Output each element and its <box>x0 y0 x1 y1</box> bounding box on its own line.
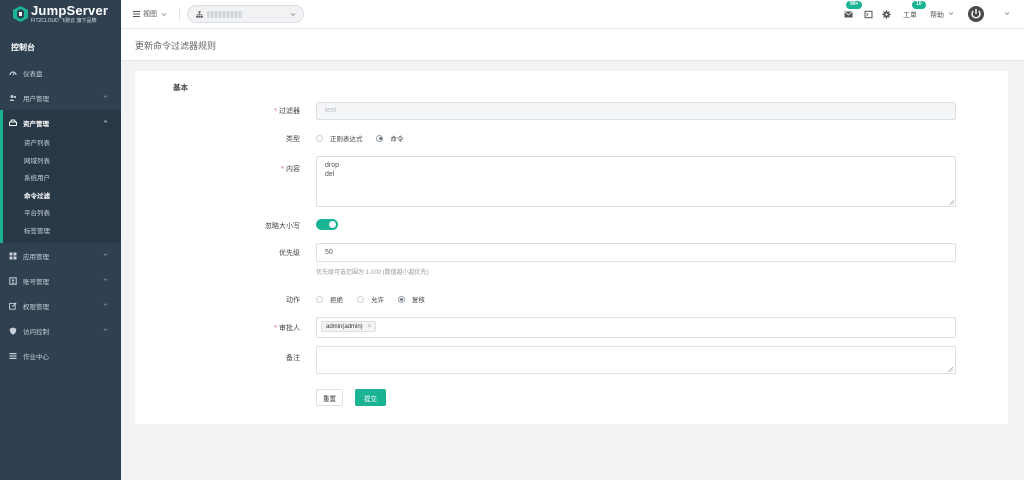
account-icon <box>9 276 17 285</box>
apps-icon <box>9 252 17 260</box>
chevron-down-icon <box>290 13 296 17</box>
comment-textarea[interactable] <box>316 346 956 374</box>
chevron-down-icon <box>103 95 108 98</box>
divider <box>179 7 180 21</box>
chevron-down-icon <box>948 12 954 16</box>
list-icon <box>9 352 17 360</box>
sidebar-subitem-platform-list[interactable]: 平台列表 <box>3 205 121 223</box>
type-option-command[interactable]: 命令 <box>376 133 403 143</box>
ignore-case-label: 忽略大小写 <box>265 223 300 230</box>
ignore-case-toggle[interactable] <box>316 219 338 230</box>
action-radio-group: 拒绝 允许 复核 <box>316 294 437 305</box>
power-icon <box>971 9 981 19</box>
content-line: drop <box>325 162 340 169</box>
reset-button[interactable]: 重置 <box>316 389 343 406</box>
dashboard-icon <box>9 69 17 77</box>
sidebar-item-accounts[interactable]: 账号管理 <box>0 268 121 293</box>
chevron-down-icon <box>103 303 108 306</box>
action-option-review[interactable]: 复核 <box>397 294 425 304</box>
reviewers-select[interactable]: admin(admin) × <box>316 317 956 338</box>
content-line: del <box>325 171 335 178</box>
ticket-count-badge: 10 <box>912 1 926 9</box>
sidebar-item-label: 访问控制 <box>23 328 49 336</box>
sidebar-subitem-system-users[interactable]: 系统用户 <box>3 170 121 188</box>
sidebar-item-users[interactable]: 用户管理 <box>0 85 121 110</box>
page-title: 更新命令过滤器规则 <box>135 41 217 51</box>
sidebar-subitem-asset-list[interactable]: 资产列表 <box>3 135 121 153</box>
sidebar-item-applications[interactable]: 应用管理 <box>0 243 121 268</box>
gear-icon[interactable] <box>882 10 891 19</box>
assets-submenu: 资产列表 网域列表 系统用户 命令过滤 平台列表 标签管理 <box>0 135 121 243</box>
mail-icon[interactable] <box>844 10 853 19</box>
chevron-down-icon <box>103 253 108 256</box>
priority-help-text: 优先级可选范围为 1-100 (数值越小越优先) <box>316 270 429 276</box>
users-icon <box>9 94 17 102</box>
sidebar-item-label: 仪表盘 <box>23 70 43 78</box>
filter-label: * 过滤器 <box>274 108 300 115</box>
sidebar-subitem-command-filters[interactable]: 命令过滤 <box>3 188 121 206</box>
reviewer-tag: admin(admin) × <box>321 321 377 332</box>
priority-label: 优先级 <box>279 250 300 257</box>
sidebar-item-assets[interactable]: 资产管理 <box>0 110 121 135</box>
content-label: * 内容 <box>281 166 300 173</box>
chevron-down-icon <box>103 278 108 281</box>
sidebar-item-dashboard[interactable]: 仪表盘 <box>0 60 121 85</box>
brand-name: JumpServer <box>31 3 109 18</box>
type-label: 类型 <box>286 136 300 143</box>
sidebar-item-label: 账号管理 <box>23 278 49 286</box>
type-radio-group: 正则表达式 命令 <box>316 133 415 144</box>
sidebar-item-label: 资产管理 <box>23 120 49 128</box>
sitemap-icon <box>196 10 203 18</box>
chevron-down-icon <box>103 328 108 331</box>
sidebar-item-permissions[interactable]: 权限管理 <box>0 293 121 318</box>
sidebar-item-label: 用户管理 <box>23 95 49 103</box>
view-menu-button[interactable]: 视图 <box>133 9 167 19</box>
sidebar-subitem-domain-list[interactable]: 网域列表 <box>3 153 121 171</box>
type-option-regex[interactable]: 正则表达式 <box>316 133 363 143</box>
action-option-allow[interactable]: 允许 <box>356 294 384 304</box>
page-header: 更新命令过滤器规则 <box>121 29 1024 61</box>
brand-subtitle: FIT2CLOUD 飞致云 旗下品牌 <box>31 18 97 24</box>
section-title: 基本 <box>173 83 188 92</box>
resize-handle[interactable] <box>948 367 953 372</box>
sidebar-item-access-control[interactable]: 访问控制 <box>0 318 121 343</box>
sidebar: JumpServer FIT2CLOUD 飞致云 旗下品牌 控制台 仪表盘 用户… <box>0 0 121 480</box>
tickets-link[interactable]: 工单 <box>903 10 917 20</box>
chevron-down-icon <box>161 12 167 16</box>
help-menu[interactable]: 帮助 <box>930 10 944 20</box>
comment-label: 备注 <box>286 355 300 362</box>
submit-button[interactable]: 提交 <box>355 389 386 406</box>
menu-icon <box>133 11 140 17</box>
edit-icon <box>9 302 17 310</box>
reviewers-label: * 审批人 <box>274 325 300 332</box>
view-menu-label: 视图 <box>143 11 157 18</box>
terminal-icon[interactable] <box>864 10 873 19</box>
filter-field: test <box>316 102 956 120</box>
sidebar-item-job-center[interactable]: 作业中心 <box>0 343 121 368</box>
avatar[interactable] <box>968 6 984 22</box>
sidebar-item-label: 应用管理 <box>23 253 49 261</box>
priority-input[interactable]: 50 <box>316 243 956 262</box>
remove-tag-icon[interactable]: × <box>368 324 372 330</box>
top-navbar: 视图 99+ 工单 10 帮助 <box>121 0 1024 29</box>
logo[interactable]: JumpServer FIT2CLOUD 飞致云 旗下品牌 <box>0 0 121 34</box>
chevron-up-icon <box>103 120 108 123</box>
action-option-deny[interactable]: 拒绝 <box>316 294 343 304</box>
organization-name-redacted <box>207 10 243 18</box>
organization-select[interactable] <box>187 5 304 23</box>
chevron-down-icon[interactable] <box>1004 11 1010 16</box>
mail-count-badge: 99+ <box>846 1 863 9</box>
resize-handle[interactable] <box>949 200 954 205</box>
jumpserver-logo-icon <box>13 6 28 22</box>
hdd-icon <box>9 119 17 127</box>
sidebar-item-label: 作业中心 <box>23 353 49 361</box>
console-label: 控制台 <box>11 43 35 52</box>
shield-icon <box>9 327 17 335</box>
form-panel: 基本 * 过滤器 test 类型 正则表达式 命令 * 内容 drop del 忽略… <box>135 71 1008 424</box>
sidebar-item-label: 权限管理 <box>23 303 49 311</box>
sidebar-subitem-label-management[interactable]: 标签管理 <box>3 223 121 241</box>
action-label: 动作 <box>286 297 300 304</box>
content-textarea[interactable]: drop del <box>316 156 956 207</box>
